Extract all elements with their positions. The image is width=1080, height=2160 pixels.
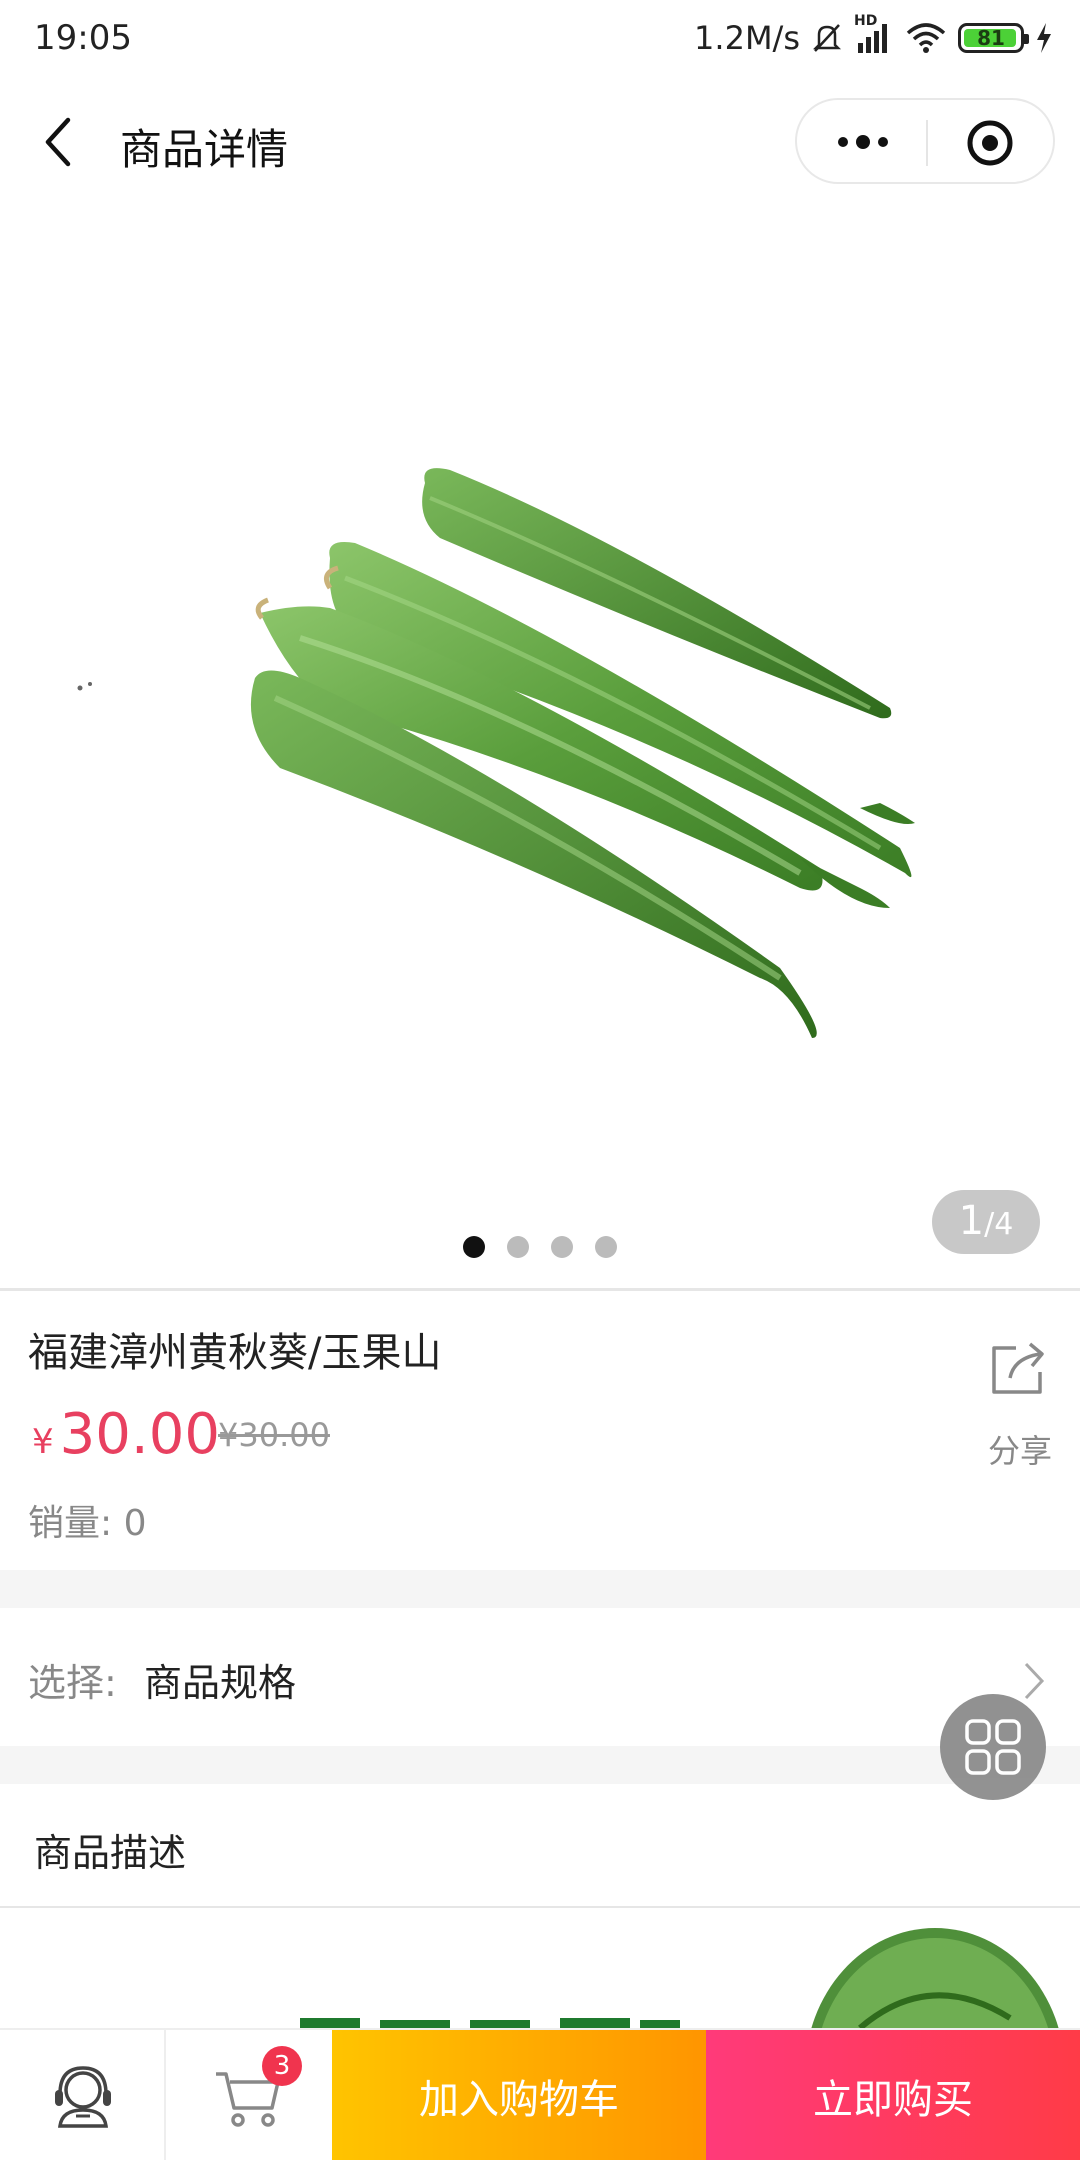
- price-value: 30.00: [59, 1402, 220, 1467]
- product-gallery[interactable]: [0, 208, 1080, 1288]
- sales-label: 销量:: [28, 1503, 113, 1544]
- gallery-total: 4: [994, 1207, 1014, 1242]
- gallery-dots: [0, 1236, 1080, 1258]
- gallery-separator: /: [984, 1207, 995, 1242]
- description-title: 商品描述: [34, 1831, 187, 1875]
- target-icon: [967, 120, 1013, 166]
- nav-bar: 商品详情: [0, 76, 1080, 208]
- capsule-divider: [926, 120, 928, 166]
- bottom-action-bar: 3 加入购物车 立即购买: [0, 2028, 1080, 2160]
- section-gap: [0, 1570, 1080, 1608]
- network-speed: 1.2M/s: [694, 19, 800, 57]
- battery-level: 81: [977, 26, 1005, 50]
- chevron-left-icon: [45, 117, 71, 167]
- more-icon: [838, 135, 888, 149]
- cart-button[interactable]: 3: [166, 2030, 332, 2160]
- floating-menu-button[interactable]: [940, 1694, 1046, 1800]
- sales-value: 0: [123, 1503, 147, 1544]
- divider: [0, 1288, 1080, 1291]
- product-price: ¥ 30.00: [32, 1402, 220, 1467]
- wifi-icon: [904, 21, 948, 55]
- customer-service-button[interactable]: [0, 2030, 166, 2160]
- product-title: 福建漳州黄秋葵/玉果山: [28, 1330, 442, 1376]
- gallery-dot[interactable]: [595, 1236, 617, 1258]
- gallery-dot[interactable]: [551, 1236, 573, 1258]
- gallery-dot[interactable]: [507, 1236, 529, 1258]
- grid-icon: [965, 1719, 1021, 1775]
- cart-badge: 3: [262, 2046, 302, 2086]
- spec-label: 选择:: [28, 1661, 117, 1705]
- battery-icon: 81: [958, 23, 1029, 53]
- share-icon: [992, 1342, 1044, 1394]
- more-button[interactable]: [833, 122, 893, 162]
- back-button[interactable]: [38, 114, 82, 170]
- status-icons: 1.2M/s HD 81: [694, 13, 1054, 60]
- gallery-dot[interactable]: [463, 1236, 485, 1258]
- original-price: ¥30.00: [218, 1416, 330, 1454]
- close-button[interactable]: [965, 118, 1015, 168]
- chevron-right-icon: [1024, 1662, 1045, 1700]
- sales-count: 销量: 0: [28, 1494, 147, 1546]
- status-time: 19:05: [34, 18, 132, 58]
- page-title: 商品详情: [120, 125, 289, 174]
- section-gap: [0, 1746, 1080, 1784]
- currency-symbol: ¥: [32, 1422, 54, 1462]
- signal-icon: HD: [854, 13, 894, 55]
- share-button[interactable]: 分享: [980, 1340, 1060, 1470]
- customer-service-icon: [55, 2066, 111, 2128]
- mute-icon: [810, 21, 844, 55]
- gallery-counter: 1 / 4: [932, 1190, 1040, 1254]
- add-to-cart-button[interactable]: 加入购物车: [332, 2030, 706, 2160]
- spec-selector[interactable]: 选择: 商品规格: [0, 1608, 1080, 1746]
- gallery-current: 1: [958, 1198, 985, 1244]
- description-image: [0, 1908, 1080, 2028]
- product-image: [77, 468, 915, 1038]
- share-label: 分享: [988, 1432, 1053, 1470]
- buy-now-button[interactable]: 立即购买: [706, 2030, 1080, 2160]
- status-bar: 19:05 1.2M/s HD 81: [0, 0, 1080, 76]
- network-type: HD: [854, 13, 878, 29]
- description-banner: [300, 1928, 1059, 2028]
- spec-value: 商品规格: [144, 1661, 297, 1705]
- mini-program-capsule: [795, 98, 1055, 184]
- charging-icon: [1034, 21, 1054, 55]
